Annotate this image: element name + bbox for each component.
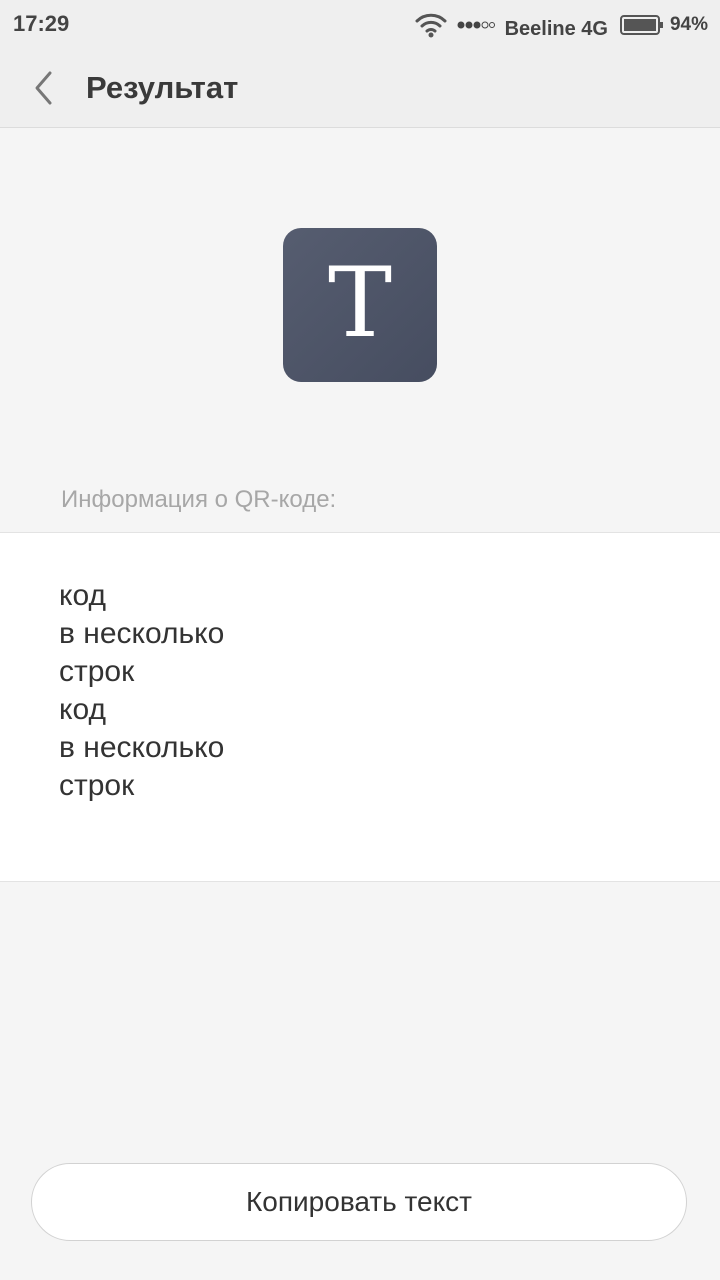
- type-letter: T: [327, 247, 393, 359]
- content-panel: код в несколько строк код в несколько ст…: [0, 532, 720, 882]
- status-indicators: Beeline 4G 94%: [415, 9, 708, 41]
- copy-text-button[interactable]: Копировать текст: [31, 1163, 687, 1241]
- signal-icon: [457, 21, 495, 29]
- section-label: Информация о QR-коде:: [61, 486, 337, 513]
- status-time: 17:29: [13, 11, 70, 36]
- text-type-icon: T: [283, 228, 437, 382]
- battery-percentage: 94%: [669, 14, 708, 35]
- battery-icon: [619, 15, 663, 35]
- back-button[interactable]: [20, 64, 68, 112]
- qr-content-text[interactable]: код в несколько строк код в несколько ст…: [59, 577, 224, 805]
- page-title: Результат: [86, 70, 239, 105]
- chevron-left-icon: [35, 71, 52, 105]
- status-bar: 17:29 Beeline 4G 94%: [0, 0, 720, 50]
- carrier-name: Beeline 4G: [504, 17, 608, 40]
- wifi-icon: [415, 13, 447, 38]
- app-header: Результат: [0, 50, 720, 128]
